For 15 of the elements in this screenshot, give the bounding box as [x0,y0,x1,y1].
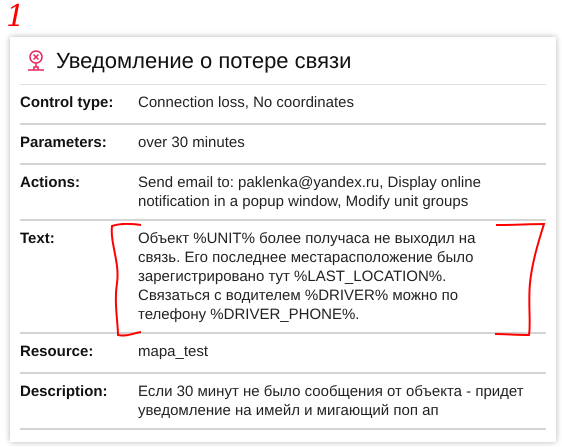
field-label: Parameters: [20,133,108,152]
field-value: Если 30 минут не было сообщения от объекта - придет уведомление на имейл и мигающий поп ап [138,382,525,420]
field-value: Send email to: paklenka@yandex.ru, Display online notification in a popup window, Modify unit groups [138,173,482,211]
field-value: over 30 minutes [138,133,246,153]
field-value: mapa_test [138,342,210,362]
field-label: Resource: [20,342,94,361]
field-value: Объект %UNIT% более получаса не выходил на связь. Его последнее местарасположение было зарегистрировано тут %LAST_LOCATION%. Связаться с водителем %DRIVER% можно по телефону %DRIVER_PHONE%. [138,229,476,324]
popup-title: Уведомление о потере связи [56,47,352,75]
field-label: Description: [20,382,109,401]
field-label: Actions: [20,173,81,192]
field-value: Connection loss, No coordinates [138,93,355,113]
annotation-number: 1 [6,0,26,34]
field-label: Text: [20,229,56,248]
disconnected-node-icon [26,50,46,72]
field-label: Control type: [20,93,114,112]
